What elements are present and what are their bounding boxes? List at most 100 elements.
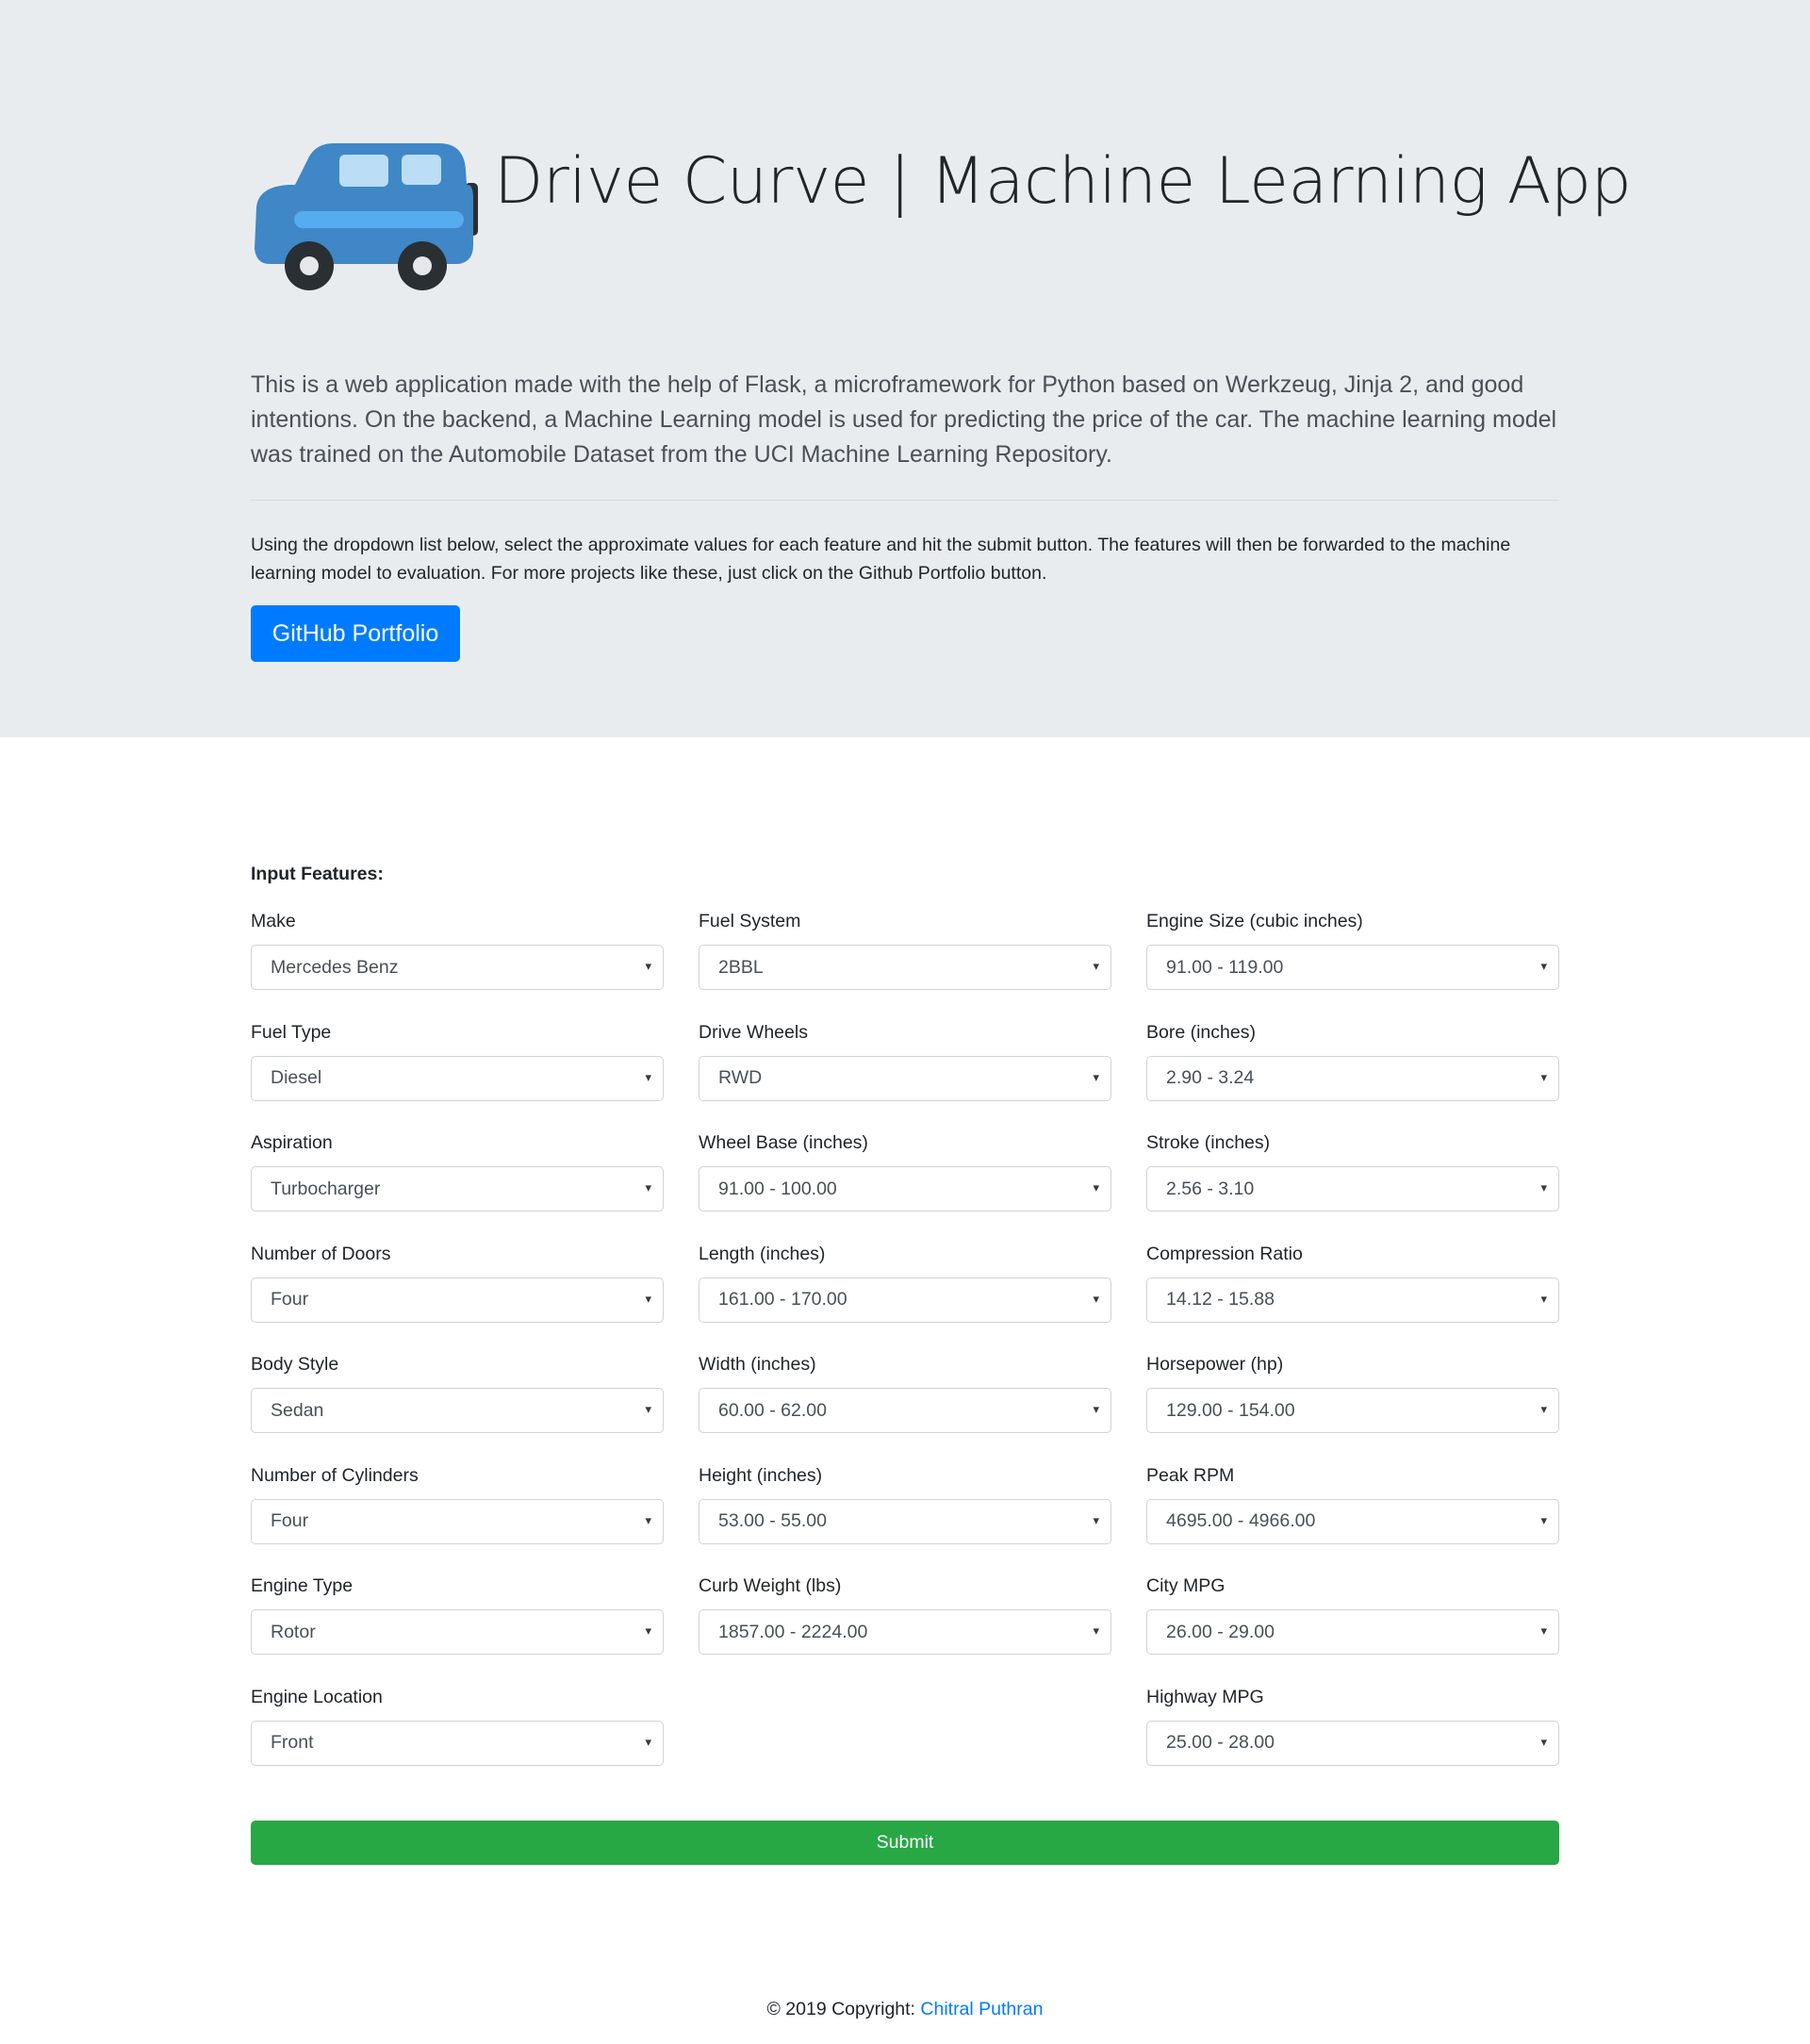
feature-select[interactable]: 2.90 - 3.24 ▾	[1146, 1055, 1559, 1101]
select-value: Four	[271, 1510, 309, 1531]
feature-select[interactable]: 25.00 - 28.00 ▾	[1146, 1720, 1559, 1766]
field-label: Width (inches)	[699, 1354, 816, 1375]
feature-select[interactable]: Mercedes Benz ▾	[251, 945, 664, 990]
feature-select[interactable]: 1857.00 - 2224.00 ▾	[699, 1609, 1111, 1655]
feature-select[interactable]: Four ▾	[251, 1277, 664, 1323]
feature-select[interactable]: Turbocharger ▾	[251, 1166, 664, 1212]
field-label: Bore (inches)	[1146, 1021, 1256, 1043]
feature-select[interactable]: 26.00 - 29.00 ▾	[1146, 1609, 1559, 1655]
field-label: Engine Location	[251, 1686, 383, 1707]
feature-select[interactable]: Four ▾	[251, 1498, 664, 1544]
feature-select[interactable]: Sedan ▾	[251, 1388, 664, 1433]
field-label: Fuel Type	[251, 1021, 332, 1043]
select-value: Front	[271, 1732, 314, 1753]
footer-copyright: © 2019 Copyright:	[766, 1999, 921, 2019]
field-label: Body Style	[251, 1354, 339, 1375]
field-label: City MPG	[1146, 1575, 1226, 1596]
chevron-down-icon: ▾	[1540, 959, 1547, 973]
select-value: 26.00 - 29.00	[1166, 1621, 1275, 1642]
form-group: Engine Location Front ▾	[251, 1683, 664, 1787]
feature-select[interactable]: 14.12 - 15.88 ▾	[1146, 1277, 1559, 1323]
field-label: Fuel System	[699, 911, 801, 931]
chevron-down-icon: ▾	[645, 1069, 651, 1084]
chevron-down-icon: ▾	[1093, 1624, 1099, 1638]
select-value: 2.56 - 3.10	[1166, 1178, 1255, 1199]
form-group: Bore (inches) 2.90 - 3.24 ▾	[1146, 1018, 1559, 1122]
feature-select[interactable]: 129.00 - 154.00 ▾	[1146, 1388, 1559, 1433]
field-label: Peak RPM	[1146, 1464, 1235, 1486]
form-group: Curb Weight (lbs) 1857.00 - 2224.00 ▾	[699, 1572, 1111, 1675]
footer: © 2019 Copyright: Chitral Puthran	[0, 1999, 1810, 2020]
form-group: Height (inches) 53.00 - 55.00 ▾	[699, 1461, 1111, 1565]
chevron-down-icon: ▾	[1540, 1291, 1547, 1306]
field-label: Number of Doors	[251, 1243, 391, 1264]
form-group: Length (inches) 161.00 - 170.00 ▾	[699, 1240, 1111, 1343]
feature-select[interactable]: 60.00 - 62.00 ▾	[699, 1388, 1111, 1433]
select-value: Diesel	[271, 1067, 322, 1088]
chevron-down-icon: ▾	[1540, 1402, 1547, 1416]
field-label: Highway MPG	[1146, 1686, 1264, 1707]
select-value: 25.00 - 28.00	[1166, 1732, 1275, 1753]
select-value: Mercedes Benz	[271, 956, 399, 978]
feature-select[interactable]: Front ▾	[251, 1720, 664, 1766]
chevron-down-icon: ▾	[1093, 1291, 1099, 1306]
form-group: Body Style Sedan ▾	[251, 1350, 664, 1454]
feature-select[interactable]: Diesel ▾	[251, 1055, 664, 1101]
field-label: Number of Cylinders	[251, 1464, 419, 1486]
chevron-down-icon: ▾	[1093, 1512, 1099, 1527]
jumbotron-header: Drive Curve | Machine Learning App This …	[0, 0, 1810, 737]
chevron-down-icon: ▾	[1093, 1180, 1099, 1195]
feature-select[interactable]: Rotor ▾	[251, 1609, 664, 1655]
input-features-heading: Input Features:	[251, 864, 384, 884]
feature-select[interactable]: 2.56 - 3.10 ▾	[1146, 1166, 1559, 1212]
field-label: Engine Size (cubic inches)	[1146, 911, 1363, 931]
chevron-down-icon: ▾	[645, 1402, 651, 1416]
feature-select[interactable]: 53.00 - 55.00 ▾	[699, 1498, 1111, 1544]
field-label: Wheel Base (inches)	[699, 1132, 868, 1153]
select-value: 60.00 - 62.00	[718, 1399, 827, 1421]
intro-paragraph: Using the dropdown list below, select th…	[251, 535, 1511, 584]
field-label: Compression Ratio	[1146, 1243, 1303, 1264]
form-group: Fuel System 2BBL ▾	[699, 907, 1111, 1011]
feature-select[interactable]: 91.00 - 100.00 ▾	[699, 1166, 1111, 1212]
chevron-down-icon: ▾	[645, 959, 651, 973]
author-link[interactable]: Chitral Puthran	[920, 1999, 1043, 2019]
chevron-down-icon: ▾	[645, 1512, 651, 1527]
field-label: Drive Wheels	[699, 1021, 808, 1043]
select-value: 53.00 - 55.00	[718, 1510, 827, 1531]
feature-select[interactable]: 4695.00 - 4966.00 ▾	[1146, 1498, 1559, 1544]
form-group: Engine Type Rotor ▾	[251, 1572, 664, 1675]
submit-button[interactable]: Submit	[251, 1821, 1559, 1865]
select-value: Four	[271, 1289, 309, 1310]
select-value: Sedan	[271, 1399, 324, 1421]
select-value: Rotor	[271, 1621, 316, 1642]
page-title: Drive Curve | Machine Learning App	[494, 144, 1632, 219]
field-label: Curb Weight (lbs)	[699, 1575, 842, 1596]
select-value: 2.90 - 3.24	[1166, 1067, 1255, 1088]
feature-select[interactable]: 2BBL ▾	[699, 945, 1111, 990]
chevron-down-icon: ▾	[1540, 1734, 1547, 1749]
chevron-down-icon: ▾	[1540, 1180, 1547, 1195]
form-group: Horsepower (hp) 129.00 - 154.00 ▾	[1146, 1350, 1559, 1454]
select-value: 1857.00 - 2224.00	[718, 1621, 868, 1642]
feature-select[interactable]: RWD ▾	[699, 1055, 1111, 1101]
field-label: Aspiration	[251, 1132, 333, 1153]
select-value: 161.00 - 170.00	[718, 1289, 847, 1310]
form-group: Make Mercedes Benz ▾	[251, 907, 664, 1011]
field-label: Length (inches)	[699, 1243, 826, 1264]
field-label: Engine Type	[251, 1575, 354, 1596]
form-group: Wheel Base (inches) 91.00 - 100.00 ▾	[699, 1129, 1111, 1232]
feature-select[interactable]: 161.00 - 170.00 ▾	[699, 1277, 1111, 1323]
chevron-down-icon: ▾	[645, 1291, 651, 1306]
form-group: Engine Size (cubic inches) 91.00 - 119.00…	[1146, 907, 1559, 1011]
chevron-down-icon: ▾	[645, 1180, 651, 1195]
select-value: 91.00 - 100.00	[718, 1178, 837, 1199]
form-group: Number of Cylinders Four ▾	[251, 1461, 664, 1565]
github-portfolio-button[interactable]: GitHub Portfolio	[251, 605, 460, 662]
chevron-down-icon: ▾	[1540, 1512, 1547, 1527]
feature-select[interactable]: 91.00 - 119.00 ▾	[1146, 945, 1559, 990]
form-group: Width (inches) 60.00 - 62.00 ▾	[699, 1350, 1111, 1454]
lead-paragraph: This is a web application made with the …	[251, 371, 1557, 468]
select-value: 4695.00 - 4966.00	[1166, 1510, 1316, 1531]
chevron-down-icon: ▾	[645, 1734, 651, 1749]
